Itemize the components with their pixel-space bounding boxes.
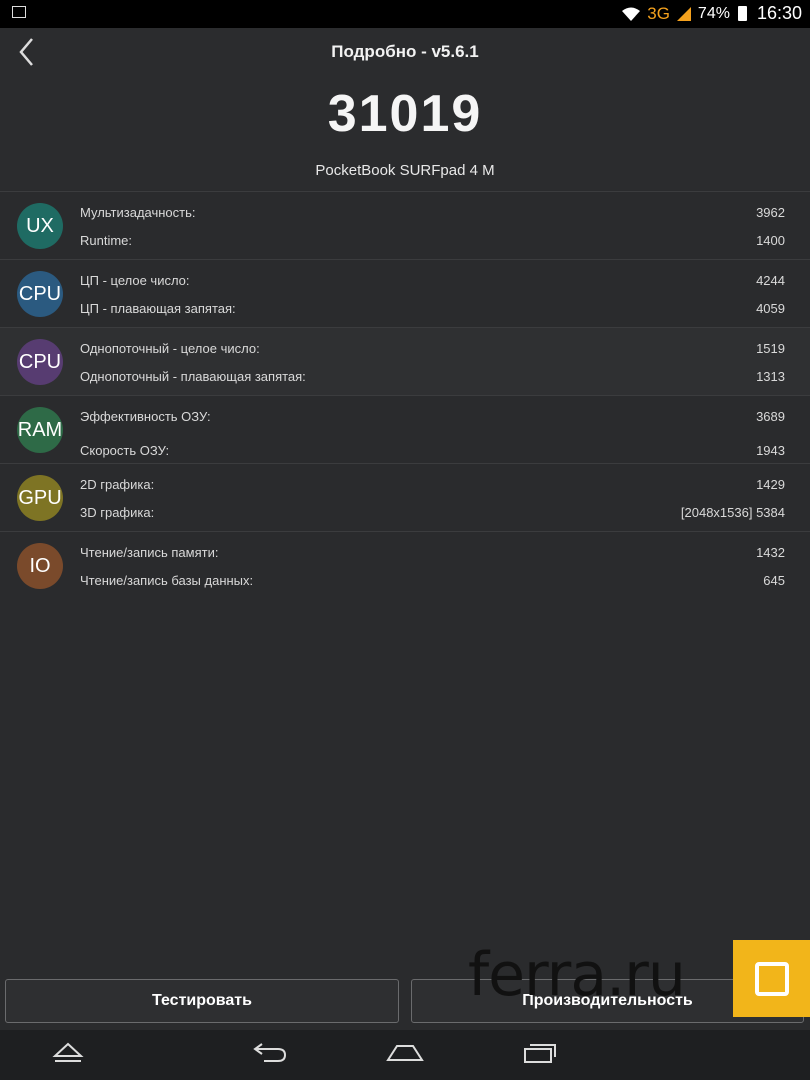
ram-badge: RAM — [17, 407, 63, 453]
wifi-icon — [622, 7, 641, 21]
metric-label: Runtime: — [80, 233, 133, 248]
result-line: Однопоточный - целое число: 1519 — [80, 341, 785, 356]
metric-value: 4059 — [756, 301, 785, 316]
result-row-ux: UX Мультизадачность: 3962 Runtime: 1400 — [0, 191, 810, 259]
ferra-logo-mark — [754, 961, 789, 996]
metric-label: Однопоточный - плавающая запятая: — [80, 369, 306, 384]
metric-value: 1400 — [756, 233, 785, 248]
ferra-watermark: ferra.ru — [468, 940, 686, 1010]
total-score: 31019 — [327, 85, 483, 143]
metric-label: 2D графика: — [80, 477, 155, 492]
gpu-badge: GPU — [17, 475, 63, 521]
result-line: Эффективность ОЗУ: 3689 — [80, 409, 785, 424]
metric-label: Чтение/запись базы данных: — [80, 573, 254, 588]
home-nav-icon[interactable] — [385, 1040, 425, 1064]
metric-value: 3962 — [756, 205, 785, 220]
result-row-ram: RAM Эффективность ОЗУ: 3689 Скорость ОЗУ:… — [0, 395, 810, 463]
metric-label: Мультизадачность: — [80, 205, 196, 220]
hide-keyboard-icon[interactable] — [52, 1040, 84, 1064]
metric-value: 4244 — [756, 273, 785, 288]
metric-value: [2048x1536] 5384 — [680, 505, 785, 520]
battery-icon — [737, 6, 747, 21]
result-line: ЦП - целое число: 4244 — [80, 273, 785, 288]
result-line: Чтение/запись памяти: 1432 — [80, 545, 785, 560]
metric-label: Скорость ОЗУ: — [80, 443, 170, 458]
recent-apps-icon[interactable] — [522, 1040, 558, 1064]
results-list: UX Мультизадачность: 3962 Runtime: 1400 CP… — [0, 191, 810, 599]
metric-value: 1519 — [756, 341, 785, 356]
device-name: PocketBook SURFpad 4 M — [315, 162, 495, 179]
metric-label: Чтение/запись памяти: — [80, 545, 219, 560]
metric-label: Однопоточный - целое число: — [80, 341, 260, 356]
battery-percent: 74% — [697, 4, 730, 22]
result-row-cpu: CPU ЦП - целое число: 4244 ЦП - плавающая… — [0, 259, 810, 327]
status-bar: 3G 74% 16:30 — [0, 0, 810, 28]
test-button[interactable]: Тестировать — [5, 979, 399, 1023]
metric-value: 3689 — [756, 409, 785, 424]
metric-value: 1432 — [756, 545, 785, 560]
result-line: Чтение/запись базы данных: 645 — [80, 573, 785, 588]
metric-label: ЦП - плавающая запятая: — [80, 301, 236, 316]
back-nav-icon[interactable] — [252, 1040, 288, 1064]
result-row-gpu: GPU 2D графика: 1429 3D графика: [2048x153… — [0, 463, 810, 531]
result-line: 2D графика: 1429 — [80, 477, 785, 492]
system-nav-bar — [0, 1030, 810, 1080]
clock: 16:30 — [756, 3, 802, 23]
image-notification-icon — [12, 6, 26, 18]
result-line: Мультизадачность: 3962 — [80, 205, 785, 220]
metric-label: ЦП - целое число: — [80, 273, 190, 288]
result-line: Однопоточный - плавающая запятая: 1313 — [80, 369, 785, 384]
ferra-logo — [733, 940, 810, 1017]
result-row-io: IO Чтение/запись памяти: 1432 Чтение/запи… — [0, 531, 810, 599]
cpu-badge: CPU — [17, 271, 63, 317]
header: Подробно - v5.6.1 31019 PocketBook SURFp… — [0, 28, 810, 190]
metric-value: 645 — [763, 573, 785, 588]
result-row-cpu-single: CPU Однопоточный - целое число: 1519 Одно… — [0, 327, 810, 395]
metric-label: Эффективность ОЗУ: — [80, 409, 211, 424]
signal-icon — [676, 6, 691, 21]
result-line: 3D графика: [2048x1536] 5384 — [80, 505, 785, 520]
metric-value: 1313 — [756, 369, 785, 384]
io-badge: IO — [17, 543, 63, 589]
metric-value: 1943 — [756, 443, 785, 458]
result-line: Runtime: 1400 — [80, 233, 785, 248]
cpu-single-badge: CPU — [17, 339, 63, 385]
result-line: Скорость ОЗУ: 1943 — [80, 443, 785, 458]
metric-value: 1429 — [756, 477, 785, 492]
page-title: Подробно - v5.6.1 — [331, 42, 479, 61]
metric-label: 3D графика: — [80, 505, 155, 520]
ux-badge: UX — [17, 203, 63, 249]
result-line: ЦП - плавающая запятая: 4059 — [80, 301, 785, 316]
network-type: 3G — [647, 3, 670, 23]
